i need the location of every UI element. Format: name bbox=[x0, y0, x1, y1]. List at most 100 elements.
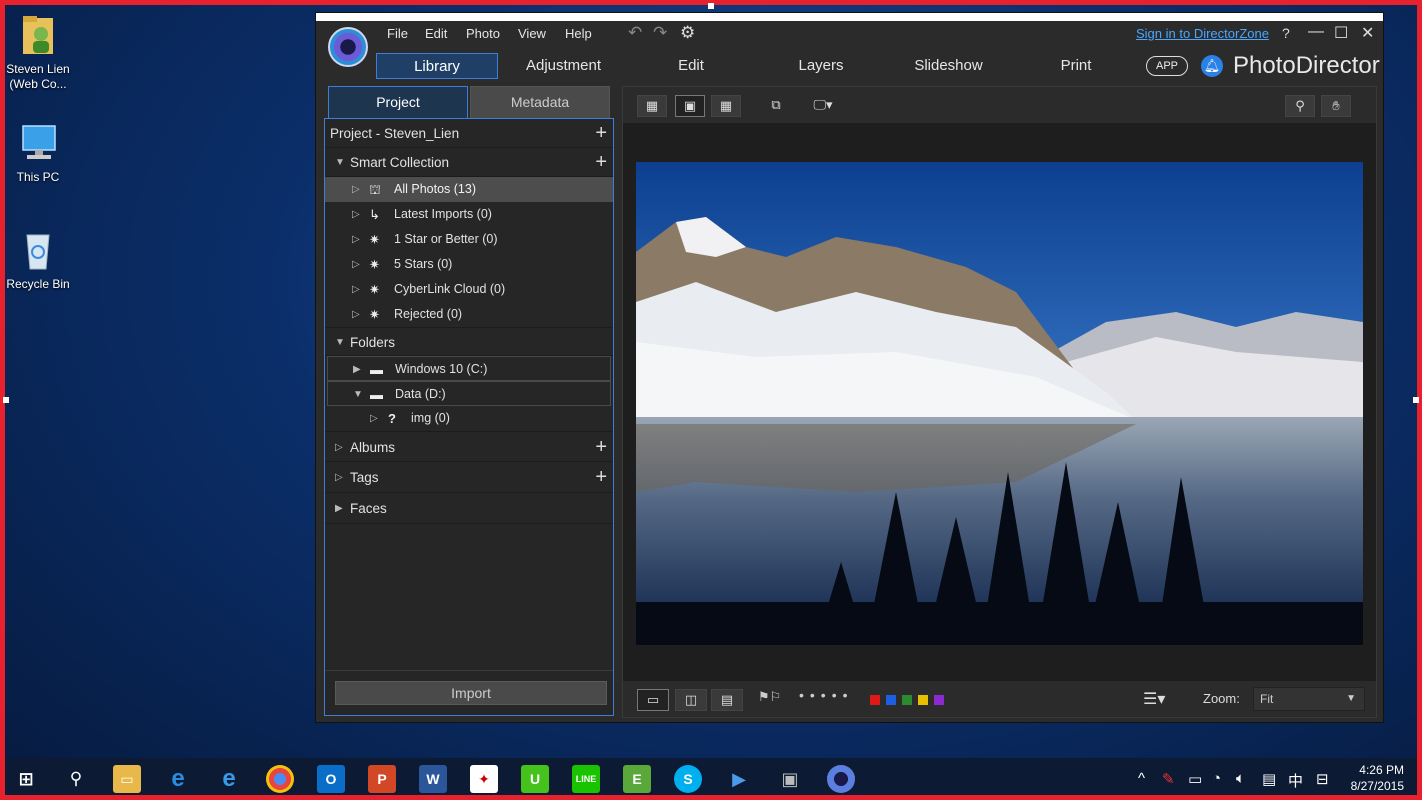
expand-triangle-icon[interactable]: ▷ bbox=[352, 227, 360, 252]
settings-gear-icon[interactable]: ⚙ bbox=[680, 23, 695, 43]
tab-adjustment[interactable]: Adjustment bbox=[511, 53, 616, 79]
tab-slideshow[interactable]: Slideshow bbox=[906, 53, 991, 79]
app-icon[interactable]: ✦ bbox=[470, 765, 498, 793]
menu-file[interactable]: File bbox=[387, 26, 408, 41]
smart-item-cyberlink-cloud[interactable]: ▷ ✷ CyberLink Cloud (0) bbox=[325, 277, 613, 302]
collapse-triangle-icon[interactable]: ▼ bbox=[353, 382, 363, 407]
start-windows-icon[interactable]: ⊞ bbox=[12, 765, 40, 793]
smart-collection-header[interactable]: ▼ Smart Collection + bbox=[325, 148, 613, 177]
smart-item-rejected[interactable]: ▷ ✷ Rejected (0) bbox=[325, 302, 613, 327]
compare-view-icon[interactable]: ▦ bbox=[637, 95, 667, 117]
smart-item-1-star[interactable]: ▷ ✷ 1 Star or Better (0) bbox=[325, 227, 613, 252]
powerpoint-icon[interactable]: P bbox=[368, 765, 396, 793]
expand-triangle-icon[interactable]: ▷ bbox=[370, 406, 378, 431]
tab-edit[interactable]: Edit bbox=[661, 53, 721, 79]
smart-item-latest-imports[interactable]: ▷ ↳ Latest Imports (0) bbox=[325, 202, 613, 227]
input-mode-icon[interactable]: ⊟ bbox=[1316, 770, 1329, 788]
color-label-green[interactable] bbox=[902, 695, 912, 705]
tags-header[interactable]: ▷ Tags + bbox=[325, 462, 613, 493]
menu-help[interactable]: Help bbox=[565, 26, 592, 41]
skype-icon[interactable]: S bbox=[674, 765, 702, 793]
project-header[interactable]: Project - Steven_Lien + bbox=[325, 119, 613, 148]
rotate-icon[interactable]: ⧉ bbox=[761, 95, 791, 117]
system-clock[interactable]: 4:26 PM 8/27/2015 bbox=[1351, 762, 1404, 794]
tab-metadata[interactable]: Metadata bbox=[470, 86, 610, 118]
add-icon[interactable]: + bbox=[595, 119, 607, 148]
add-icon[interactable]: + bbox=[595, 462, 607, 493]
albums-header[interactable]: ▷ Albums + bbox=[325, 431, 613, 462]
desktop-icon-recycle-bin[interactable]: Recycle Bin bbox=[0, 227, 76, 292]
menu-view[interactable]: View bbox=[518, 26, 546, 41]
faces-header[interactable]: ▶ Faces bbox=[325, 493, 613, 524]
collapse-triangle-icon[interactable]: ▼ bbox=[335, 148, 345, 177]
folder-item-data-d[interactable]: ▼ ▬ Data (D:) bbox=[327, 381, 611, 406]
expand-triangle-icon[interactable]: ▷ bbox=[352, 252, 360, 277]
volume-icon[interactable]: 🔈︎ bbox=[1236, 770, 1245, 787]
notification-bell-icon[interactable]: 🔔︎ bbox=[1201, 55, 1223, 77]
internet-explorer-icon[interactable]: e bbox=[215, 765, 243, 793]
outlook-icon[interactable]: O bbox=[317, 765, 345, 793]
word-icon[interactable]: W bbox=[419, 765, 447, 793]
expand-triangle-icon[interactable]: ▷ bbox=[352, 302, 360, 327]
zoom-select[interactable]: Fit ▼ bbox=[1253, 687, 1365, 711]
expand-triangle-icon[interactable]: ▶ bbox=[335, 493, 343, 524]
single-view-icon[interactable]: ▣ bbox=[675, 95, 705, 117]
desktop-icon-user-folder[interactable]: Steven Lien (Web Co... bbox=[0, 12, 76, 92]
tab-print[interactable]: Print bbox=[1051, 53, 1101, 79]
upwork-icon[interactable]: U bbox=[521, 765, 549, 793]
remote-desktop-icon[interactable]: ▣ bbox=[776, 765, 804, 793]
tray-app-icon[interactable]: ✎ bbox=[1162, 770, 1175, 788]
dual-layout-icon[interactable]: ◫ bbox=[675, 689, 707, 711]
resize-handle[interactable] bbox=[1413, 397, 1419, 403]
action-center-icon[interactable]: ▤ bbox=[1262, 770, 1276, 788]
tab-layers[interactable]: Layers bbox=[786, 53, 856, 79]
folders-header[interactable]: ▼ Folders bbox=[325, 327, 613, 356]
color-label-yellow[interactable] bbox=[918, 695, 928, 705]
photodirector-taskbar-icon[interactable] bbox=[827, 765, 855, 793]
minimize-icon[interactable]: — bbox=[1308, 23, 1324, 41]
video-icon[interactable]: ▶ bbox=[725, 765, 753, 793]
thumbnail-grid-icon[interactable]: ▦ bbox=[711, 95, 741, 117]
add-icon[interactable]: + bbox=[595, 148, 607, 177]
battery-icon[interactable]: ▭ bbox=[1188, 770, 1202, 788]
smart-item-all-photos[interactable]: ▷ ⛫ All Photos (13) bbox=[325, 177, 613, 202]
expand-triangle-icon[interactable]: ▶ bbox=[353, 357, 361, 382]
resize-handle[interactable] bbox=[3, 397, 9, 403]
tab-project[interactable]: Project bbox=[328, 86, 468, 118]
color-label-red[interactable] bbox=[870, 695, 880, 705]
close-icon[interactable]: ✕ bbox=[1361, 23, 1374, 43]
smart-item-5-stars[interactable]: ▷ ✷ 5 Stars (0) bbox=[325, 252, 613, 277]
menu-photo[interactable]: Photo bbox=[466, 26, 500, 41]
color-label-blue[interactable] bbox=[886, 695, 896, 705]
undo-icon[interactable]: ↶ bbox=[628, 23, 642, 43]
sort-menu-icon[interactable]: ☰▾ bbox=[1143, 689, 1165, 709]
menu-edit[interactable]: Edit bbox=[425, 26, 447, 41]
redo-icon[interactable]: ↷ bbox=[653, 23, 667, 43]
import-button[interactable]: Import bbox=[335, 681, 607, 705]
filmstrip-layout-icon[interactable]: ▤ bbox=[711, 689, 743, 711]
display-dropdown-icon[interactable]: 🖵︎▾ bbox=[805, 95, 841, 117]
sign-in-directorzone-link[interactable]: Sign in to DirectorZone bbox=[1136, 26, 1269, 41]
pan-hand-icon[interactable]: ✋︎ bbox=[1321, 95, 1351, 117]
single-layout-icon[interactable]: ▭ bbox=[637, 689, 669, 711]
zoom-tool-icon[interactable]: ⚲ bbox=[1285, 95, 1315, 117]
chevron-up-icon[interactable]: ^ bbox=[1138, 770, 1145, 787]
add-icon[interactable]: + bbox=[595, 432, 607, 463]
expand-triangle-icon[interactable]: ▷ bbox=[352, 277, 360, 302]
expand-triangle-icon[interactable]: ▷ bbox=[352, 202, 360, 227]
ime-indicator[interactable]: 中 bbox=[1288, 770, 1303, 791]
expand-triangle-icon[interactable]: ▷ bbox=[335, 432, 343, 463]
line-icon[interactable]: LINE bbox=[572, 765, 600, 793]
wifi-icon[interactable]: ◔ bbox=[1212, 770, 1221, 787]
collapse-triangle-icon[interactable]: ▼ bbox=[335, 328, 345, 357]
color-label-purple[interactable] bbox=[934, 695, 944, 705]
search-icon[interactable]: ⚲ bbox=[62, 765, 90, 793]
flag-icon[interactable]: ⚑⚐ bbox=[758, 689, 781, 705]
edge-icon[interactable]: e bbox=[164, 765, 192, 793]
tab-library[interactable]: Library bbox=[376, 53, 498, 79]
rating-dots[interactable]: ••••• bbox=[799, 687, 854, 703]
folder-item-img[interactable]: ▷ ? img (0) bbox=[325, 406, 613, 431]
file-explorer-icon[interactable]: ▭ bbox=[113, 765, 141, 793]
chrome-icon[interactable] bbox=[266, 765, 294, 793]
app-button[interactable]: APP bbox=[1146, 56, 1188, 76]
